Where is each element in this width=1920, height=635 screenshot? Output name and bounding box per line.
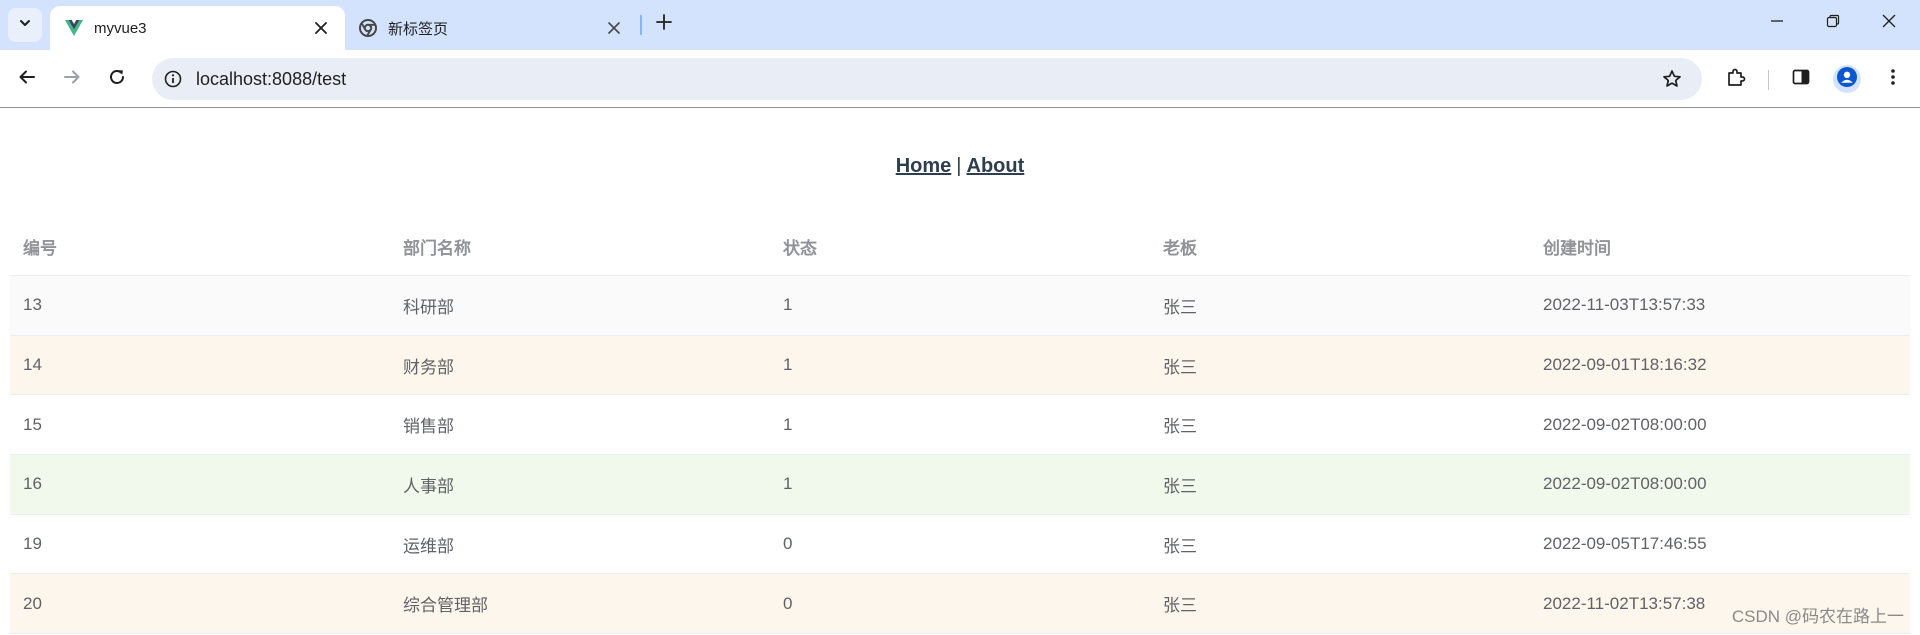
- cell-boss: 张三: [1163, 357, 1197, 377]
- table-header: 编号 部门名称 状态 老板 创建时间: [10, 218, 1910, 276]
- tab-new-tab[interactable]: 新标签页: [348, 6, 638, 50]
- cell-created-time: 2022-11-03T13:57:33: [1543, 295, 1706, 315]
- address-bar[interactable]: localhost:8088/test: [152, 58, 1702, 100]
- top-nav: Home | About: [0, 155, 1920, 178]
- header-status: 状态: [783, 239, 817, 258]
- bookmark-star-icon[interactable]: [1660, 67, 1684, 91]
- watermark: CSDN @码农在路上一: [1731, 607, 1904, 626]
- toolbar-divider: [1768, 70, 1769, 90]
- restore-icon: [1826, 14, 1840, 33]
- new-tab-button[interactable]: [650, 10, 678, 38]
- cell-boss: 张三: [1163, 536, 1197, 556]
- chevron-down-icon: [18, 16, 32, 35]
- browser-menu-button[interactable]: [1878, 64, 1908, 94]
- cell-department-name: 销售部: [403, 417, 454, 437]
- page-content: Home | About 编号 部门名称 状态 老板 创建时间 13 科研部 1 张…: [0, 109, 1920, 635]
- cell-id: 20: [23, 593, 42, 613]
- tab-title: 新标签页: [388, 20, 449, 38]
- cell-department-name: 运维部: [403, 536, 454, 556]
- table-row[interactable]: 13 科研部 1 张三 2022-11-03T13:57:33: [10, 276, 1910, 336]
- back-button[interactable]: [12, 64, 42, 94]
- cell-id: 16: [23, 474, 42, 494]
- cell-created-time: 2022-09-05T17:46:55: [1543, 534, 1707, 554]
- arrow-left-icon: [18, 68, 36, 91]
- person-icon: [1837, 66, 1857, 92]
- header-department-name: 部门名称: [403, 239, 471, 258]
- close-tab-icon[interactable]: [309, 16, 333, 40]
- table-row[interactable]: 16 人事部 1 张三 2022-09-02T08:00:00: [10, 455, 1910, 515]
- browser-titlebar: myvue3 新标签页: [0, 0, 1920, 50]
- cell-created-time: 2022-09-02T08:00:00: [1543, 474, 1707, 494]
- cell-boss: 张三: [1163, 476, 1197, 496]
- cell-status: 1: [783, 295, 793, 315]
- close-window-button[interactable]: [1874, 8, 1904, 38]
- side-panel-button[interactable]: [1786, 64, 1816, 94]
- cell-status: 1: [783, 355, 793, 375]
- cell-boss: 张三: [1163, 297, 1197, 317]
- site-info-icon[interactable]: [162, 68, 184, 90]
- table-row[interactable]: 20 综合管理部 0 张三 2022-11-02T13:57:38: [10, 574, 1910, 635]
- about-link[interactable]: About: [967, 155, 1025, 177]
- cell-boss: 张三: [1163, 596, 1197, 616]
- cell-created-time: 2022-09-01T18:16:32: [1543, 355, 1707, 375]
- close-tab-icon[interactable]: [602, 16, 626, 40]
- cell-status: 1: [783, 474, 793, 494]
- extensions-button[interactable]: [1721, 64, 1751, 94]
- department-table: 编号 部门名称 状态 老板 创建时间 13 科研部 1 张三 2022-11-0…: [10, 218, 1910, 635]
- tab-myvue3[interactable]: myvue3: [50, 6, 345, 50]
- cell-id: 14: [23, 355, 42, 375]
- vue-logo-icon: [64, 18, 84, 38]
- cell-id: 13: [23, 295, 42, 315]
- cell-created-time: 2022-09-02T08:00:00: [1543, 414, 1707, 434]
- cell-id: 15: [23, 414, 42, 434]
- cell-department-name: 人事部: [403, 476, 454, 496]
- minimize-button[interactable]: [1762, 8, 1792, 38]
- browser-toolbar: localhost:8088/test: [0, 50, 1920, 108]
- cell-status: 0: [783, 593, 793, 613]
- tab-title: myvue3: [94, 19, 147, 37]
- close-icon: [1882, 14, 1896, 33]
- cell-department-name: 科研部: [403, 297, 454, 317]
- arrow-right-icon: [63, 68, 81, 91]
- header-boss: 老板: [1163, 239, 1197, 258]
- nav-separator: |: [956, 155, 962, 177]
- url-text[interactable]: localhost:8088/test: [196, 69, 346, 90]
- plus-icon: [656, 13, 672, 35]
- reload-icon: [108, 68, 126, 91]
- profile-avatar[interactable]: [1833, 65, 1861, 93]
- table-row[interactable]: 15 销售部 1 张三 2022-09-02T08:00:00: [10, 395, 1910, 456]
- chrome-icon: [358, 18, 378, 38]
- header-id: 编号: [23, 239, 57, 258]
- cell-department-name: 综合管理部: [403, 596, 488, 616]
- table-row[interactable]: 14 财务部 1 张三 2022-09-01T18:16:32: [10, 335, 1910, 396]
- reload-button[interactable]: [102, 64, 132, 94]
- minimize-icon: [1770, 14, 1784, 33]
- kebab-menu-icon: [1890, 68, 1896, 91]
- header-created-time: 创建时间: [1543, 239, 1611, 258]
- cell-department-name: 财务部: [403, 357, 454, 377]
- home-link[interactable]: Home: [896, 155, 952, 177]
- cell-status: 0: [783, 534, 793, 554]
- table-row[interactable]: 19 运维部 0 张三 2022-09-05T17:46:55: [10, 515, 1910, 575]
- tab-search-button[interactable]: [8, 8, 42, 42]
- cell-id: 19: [23, 534, 42, 554]
- cell-boss: 张三: [1163, 417, 1197, 437]
- puzzle-icon: [1726, 67, 1746, 92]
- cell-status: 1: [783, 414, 793, 434]
- forward-button[interactable]: [57, 64, 87, 94]
- restore-button[interactable]: [1818, 8, 1848, 38]
- tab-divider: [640, 15, 642, 35]
- side-panel-icon: [1791, 67, 1811, 92]
